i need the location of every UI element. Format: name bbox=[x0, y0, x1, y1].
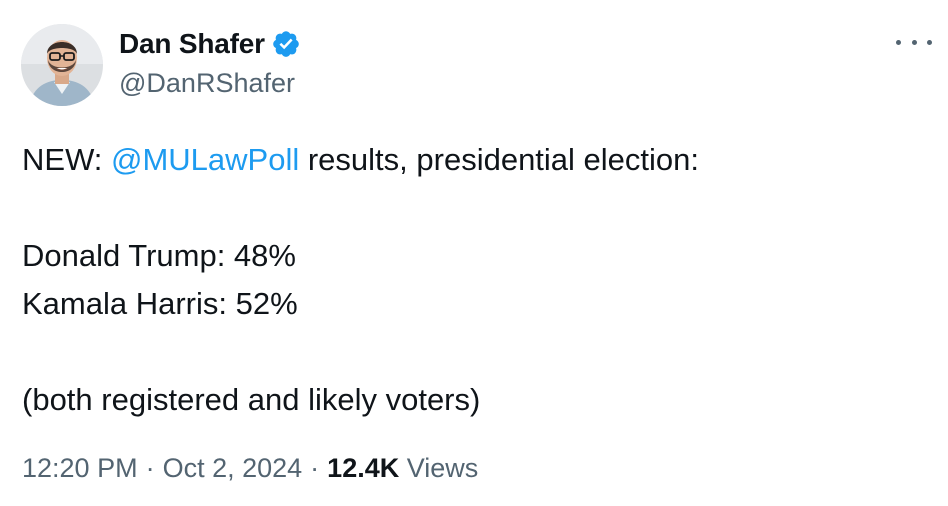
tweet-line: (both registered and likely voters) bbox=[22, 382, 481, 417]
tweet-meta: 12:20 PM · Oct 2, 2024 · 12.4K Views bbox=[22, 453, 478, 484]
meta-separator: · bbox=[145, 453, 155, 483]
tweet-time[interactable]: 12:20 PM bbox=[22, 453, 138, 484]
views-label[interactable]: Views bbox=[407, 453, 479, 484]
mention-link[interactable]: @MULawPoll bbox=[111, 142, 299, 177]
name-row: Dan Shafer bbox=[119, 26, 301, 62]
views-label bbox=[399, 453, 407, 484]
meta-separator: · bbox=[310, 453, 320, 483]
more-options-icon[interactable] bbox=[896, 30, 932, 54]
verified-badge-icon[interactable] bbox=[271, 29, 301, 59]
views-count[interactable]: 12.4K bbox=[327, 453, 399, 484]
avatar[interactable] bbox=[21, 24, 103, 106]
tweet-date[interactable]: Oct 2, 2024 bbox=[163, 453, 303, 484]
avatar-image bbox=[21, 24, 103, 106]
more-dot bbox=[927, 39, 932, 45]
more-dot bbox=[911, 39, 917, 45]
tweet-card: Dan Shafer @DanRShafer NEW: @MULawPoll r… bbox=[0, 0, 948, 506]
tweet-line: NEW: @MULawPoll results, presidential el… bbox=[22, 136, 922, 184]
more-dot bbox=[896, 39, 901, 45]
tweet-text: NEW: @MULawPoll results, presidential el… bbox=[22, 136, 922, 424]
tweet-line: Kamala Harris: 52% bbox=[22, 286, 298, 321]
display-name[interactable]: Dan Shafer bbox=[119, 28, 265, 60]
tweet-text-prefix: NEW: bbox=[22, 142, 111, 177]
handle[interactable]: @DanRShafer bbox=[119, 68, 301, 99]
tweet-text-suffix: results, presidential election: bbox=[299, 142, 700, 177]
author-block: Dan Shafer @DanRShafer bbox=[119, 26, 301, 99]
tweet-line: Donald Trump: 48% bbox=[22, 238, 296, 273]
